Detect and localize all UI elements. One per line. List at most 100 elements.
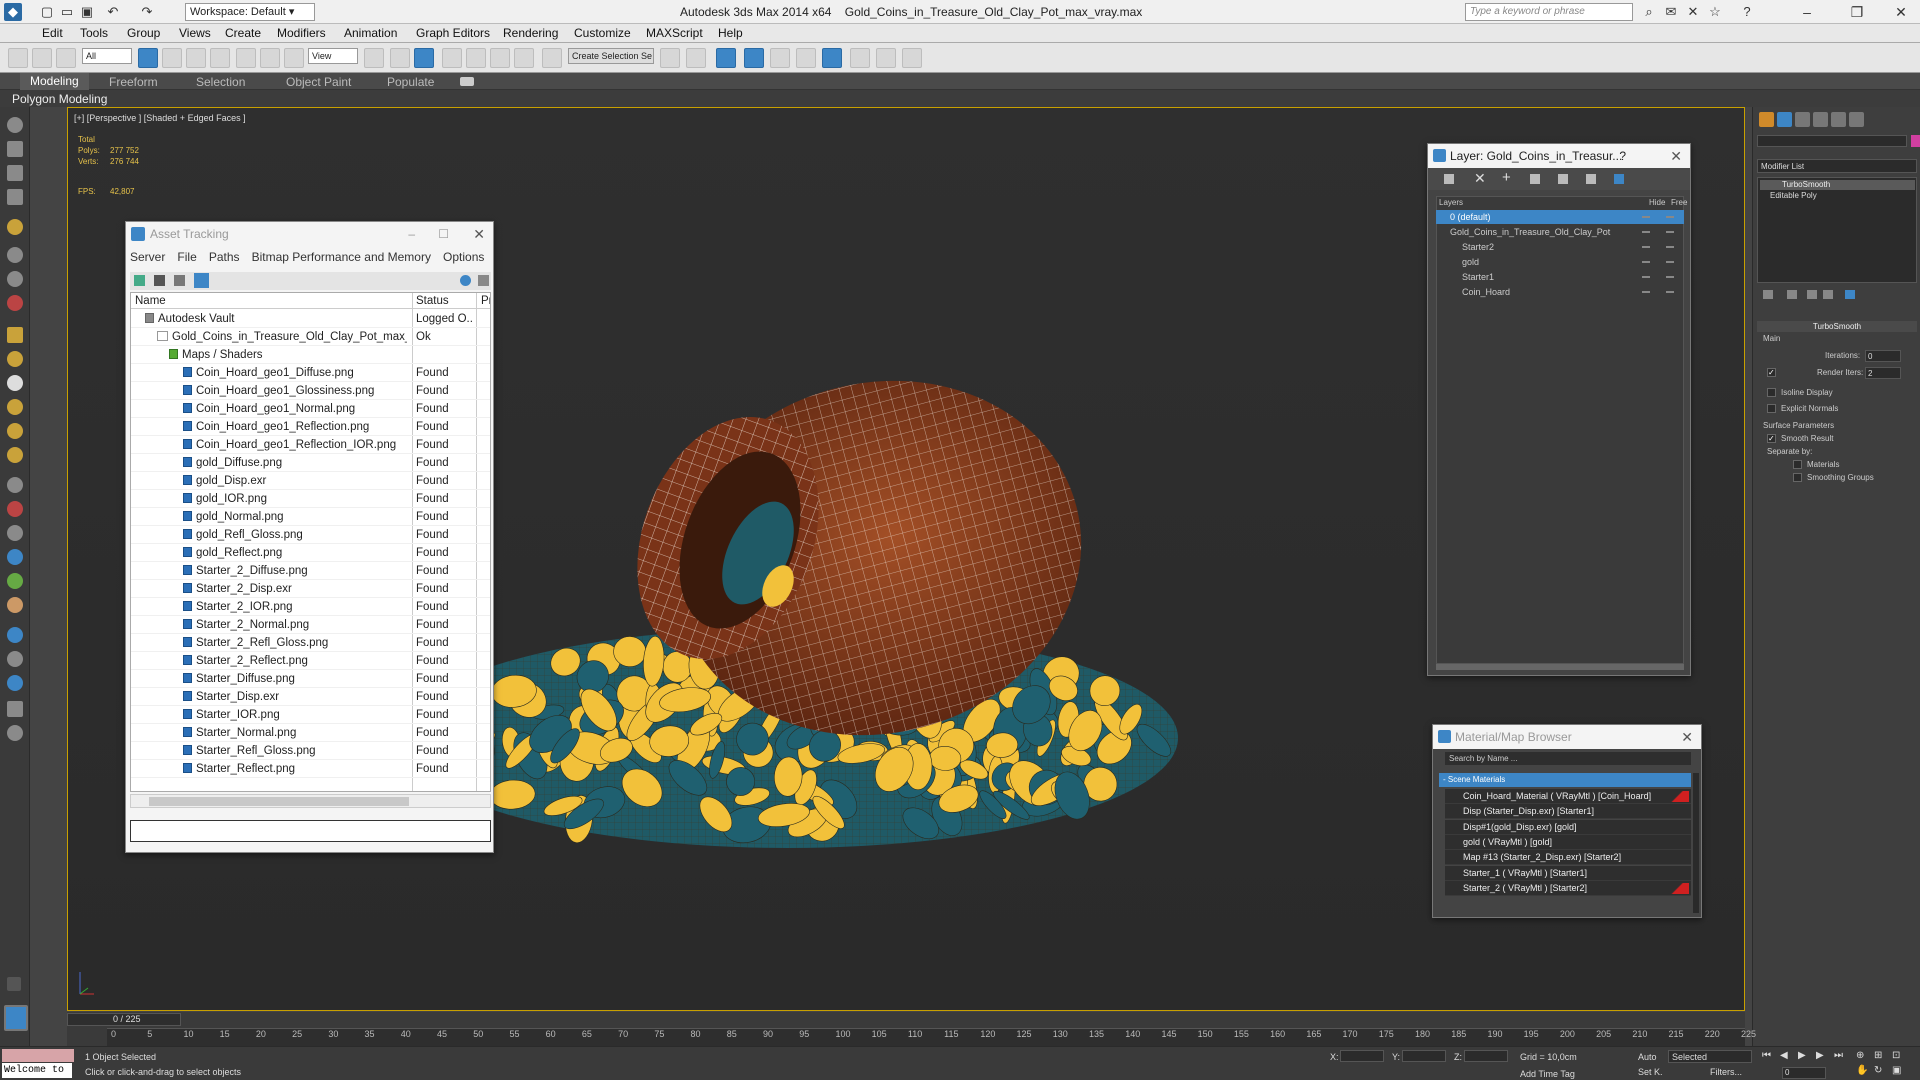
help-icon[interactable]: ?: [1738, 3, 1756, 21]
select-manipulate-icon[interactable]: [390, 48, 410, 68]
wand-icon[interactable]: [7, 477, 23, 493]
material-row[interactable]: Disp (Starter_Disp.exr) [Starter1]: [1445, 804, 1691, 820]
viewport-config-icon[interactable]: [4, 1005, 28, 1031]
layer-col-free[interactable]: Free: [1671, 198, 1687, 207]
layer-new-icon[interactable]: [1444, 174, 1454, 184]
previous-frame-icon[interactable]: ◀: [1780, 1050, 1788, 1061]
ribbon-toggle-icon[interactable]: [744, 48, 764, 68]
at-row[interactable]: gold_Refl_Gloss.png Found: [131, 526, 490, 544]
next-frame-icon[interactable]: ▶: [1816, 1050, 1824, 1061]
select-by-name-icon[interactable]: [162, 48, 182, 68]
key-filter-dropdown[interactable]: Selected: [1668, 1050, 1752, 1063]
layer-highlight-icon[interactable]: [1558, 174, 1568, 184]
stack-editable-poly[interactable]: Editable Poly: [1760, 191, 1915, 201]
layer-titlebar[interactable]: Layer: Gold_Coins_in_Treasur... ? ✕: [1428, 144, 1690, 168]
scale-icon[interactable]: [284, 48, 304, 68]
tab-freeform[interactable]: Freeform: [109, 75, 158, 89]
workspace-dropdown[interactable]: Workspace: Default ▾: [185, 3, 315, 21]
spinner-snap-icon[interactable]: [514, 48, 534, 68]
hierarchy-tab-icon[interactable]: [1795, 112, 1810, 127]
layer-hide-all-icon[interactable]: [1586, 174, 1596, 184]
sun-icon[interactable]: [7, 399, 23, 415]
at-row[interactable]: Starter_2_Disp.exr Found: [131, 580, 490, 598]
link-icon[interactable]: [8, 48, 28, 68]
sphere-blue-icon[interactable]: [7, 675, 23, 691]
redo-icon[interactable]: ↷: [138, 3, 156, 21]
spacewarp-icon[interactable]: [7, 295, 23, 311]
sphere-icon[interactable]: [7, 351, 23, 367]
menu-help[interactable]: Help: [718, 26, 743, 40]
zoom-icon[interactable]: ⊕: [1856, 1050, 1864, 1061]
layer-object-row[interactable]: Starter2: [1436, 240, 1684, 254]
layer-row[interactable]: 0 (default): [1436, 210, 1684, 224]
tab-populate[interactable]: Populate: [387, 75, 434, 89]
make-unique-icon[interactable]: [1807, 290, 1817, 299]
save-icon[interactable]: ▣: [78, 3, 96, 21]
align-icon[interactable]: [686, 48, 706, 68]
menu-rendering[interactable]: Rendering: [503, 26, 558, 40]
at-col-name[interactable]: Name: [135, 293, 166, 309]
at-close-icon[interactable]: ✕: [473, 222, 485, 246]
hierarchy-icon[interactable]: [7, 525, 23, 541]
add-time-tag[interactable]: Add Time Tag: [1520, 1069, 1575, 1079]
selection-filter-dropdown[interactable]: All: [82, 48, 132, 64]
utilities-tab-icon[interactable]: [1849, 112, 1864, 127]
at-row[interactable]: Coin_Hoard_geo1_Normal.png Found: [131, 400, 490, 418]
explicit-normals-checkbox[interactable]: [1767, 404, 1776, 413]
graphite-tool-icon[interactable]: [7, 117, 23, 133]
layer-freeze-all-icon[interactable]: [1614, 174, 1624, 184]
rotate-icon[interactable]: [260, 48, 280, 68]
named-selection-sets-dropdown[interactable]: Create Selection Se: [568, 48, 654, 64]
at-grid-icon[interactable]: [194, 273, 209, 288]
orbit-icon[interactable]: ↻: [1874, 1065, 1882, 1076]
binoculars-icon[interactable]: ⌕: [1640, 3, 1658, 21]
curve-editor-icon[interactable]: [770, 48, 790, 68]
tab-modeling[interactable]: Modeling: [20, 73, 89, 90]
ribbon-options-icon[interactable]: [460, 77, 474, 86]
daylight-icon[interactable]: [7, 447, 23, 463]
smooth-result-checkbox[interactable]: ✓: [1767, 434, 1776, 443]
schematic-view-icon[interactable]: [796, 48, 816, 68]
at-row[interactable]: gold_IOR.png Found: [131, 490, 490, 508]
asset-tracking-titlebar[interactable]: Asset Tracking – ☐ ✕: [126, 222, 493, 246]
minimize-icon[interactable]: –: [1790, 2, 1824, 22]
layer-add-icon[interactable]: +: [1502, 169, 1511, 186]
list-icon[interactable]: [7, 701, 23, 717]
iterations-spinner[interactable]: 0: [1865, 350, 1901, 362]
pin-stack-icon[interactable]: [1763, 290, 1773, 299]
set-key-button[interactable]: Set K.: [1638, 1067, 1663, 1077]
layer-help-icon[interactable]: ?: [1619, 144, 1626, 168]
material-browser-close-icon[interactable]: ✕: [1681, 725, 1693, 749]
unlink-icon[interactable]: [32, 48, 52, 68]
layer-select-icon[interactable]: [1530, 174, 1540, 184]
menu-graph-editors[interactable]: Graph Editors: [416, 26, 490, 40]
menu-animation[interactable]: Animation: [344, 26, 397, 40]
time-slider[interactable]: 0 / 225: [67, 1013, 181, 1026]
edit-named-selection-icon[interactable]: [542, 48, 562, 68]
material-row[interactable]: Starter_1 ( VRayMtl ) [Starter1]: [1445, 865, 1691, 881]
menu-views[interactable]: Views: [179, 26, 211, 40]
display-icon[interactable]: [7, 549, 23, 565]
object-color-swatch[interactable]: [1911, 135, 1920, 147]
configure-sets-icon[interactable]: [1845, 290, 1855, 299]
layer-hide-toggle[interactable]: [1642, 276, 1650, 278]
menu-tools[interactable]: Tools: [80, 26, 108, 40]
layer-col-hide[interactable]: Hide: [1649, 198, 1665, 207]
omni-light-icon[interactable]: [7, 375, 23, 391]
at-hscrollbar[interactable]: [130, 794, 491, 808]
render-production-icon[interactable]: [902, 48, 922, 68]
menu-maxscript[interactable]: MAXScript: [646, 26, 703, 40]
material-vscrollbar[interactable]: [1693, 773, 1699, 913]
box-icon[interactable]: [7, 141, 23, 157]
at-list-icon[interactable]: [154, 275, 165, 286]
material-browser-titlebar[interactable]: Material/Map Browser ✕: [1433, 725, 1701, 749]
at-row[interactable]: gold_Diffuse.png Found: [131, 454, 490, 472]
layer-freeze-toggle[interactable]: [1666, 231, 1674, 233]
subscription-icon[interactable]: ✉: [1662, 3, 1680, 21]
zoom-extents-icon[interactable]: ⊡: [1892, 1050, 1900, 1061]
at-row[interactable]: Maps / Shaders: [131, 346, 490, 364]
select-object-icon[interactable]: [138, 48, 158, 68]
at-settings-icon[interactable]: [478, 275, 489, 286]
at-maximize-icon[interactable]: ☐: [438, 222, 449, 246]
percent-snap-icon[interactable]: [490, 48, 510, 68]
